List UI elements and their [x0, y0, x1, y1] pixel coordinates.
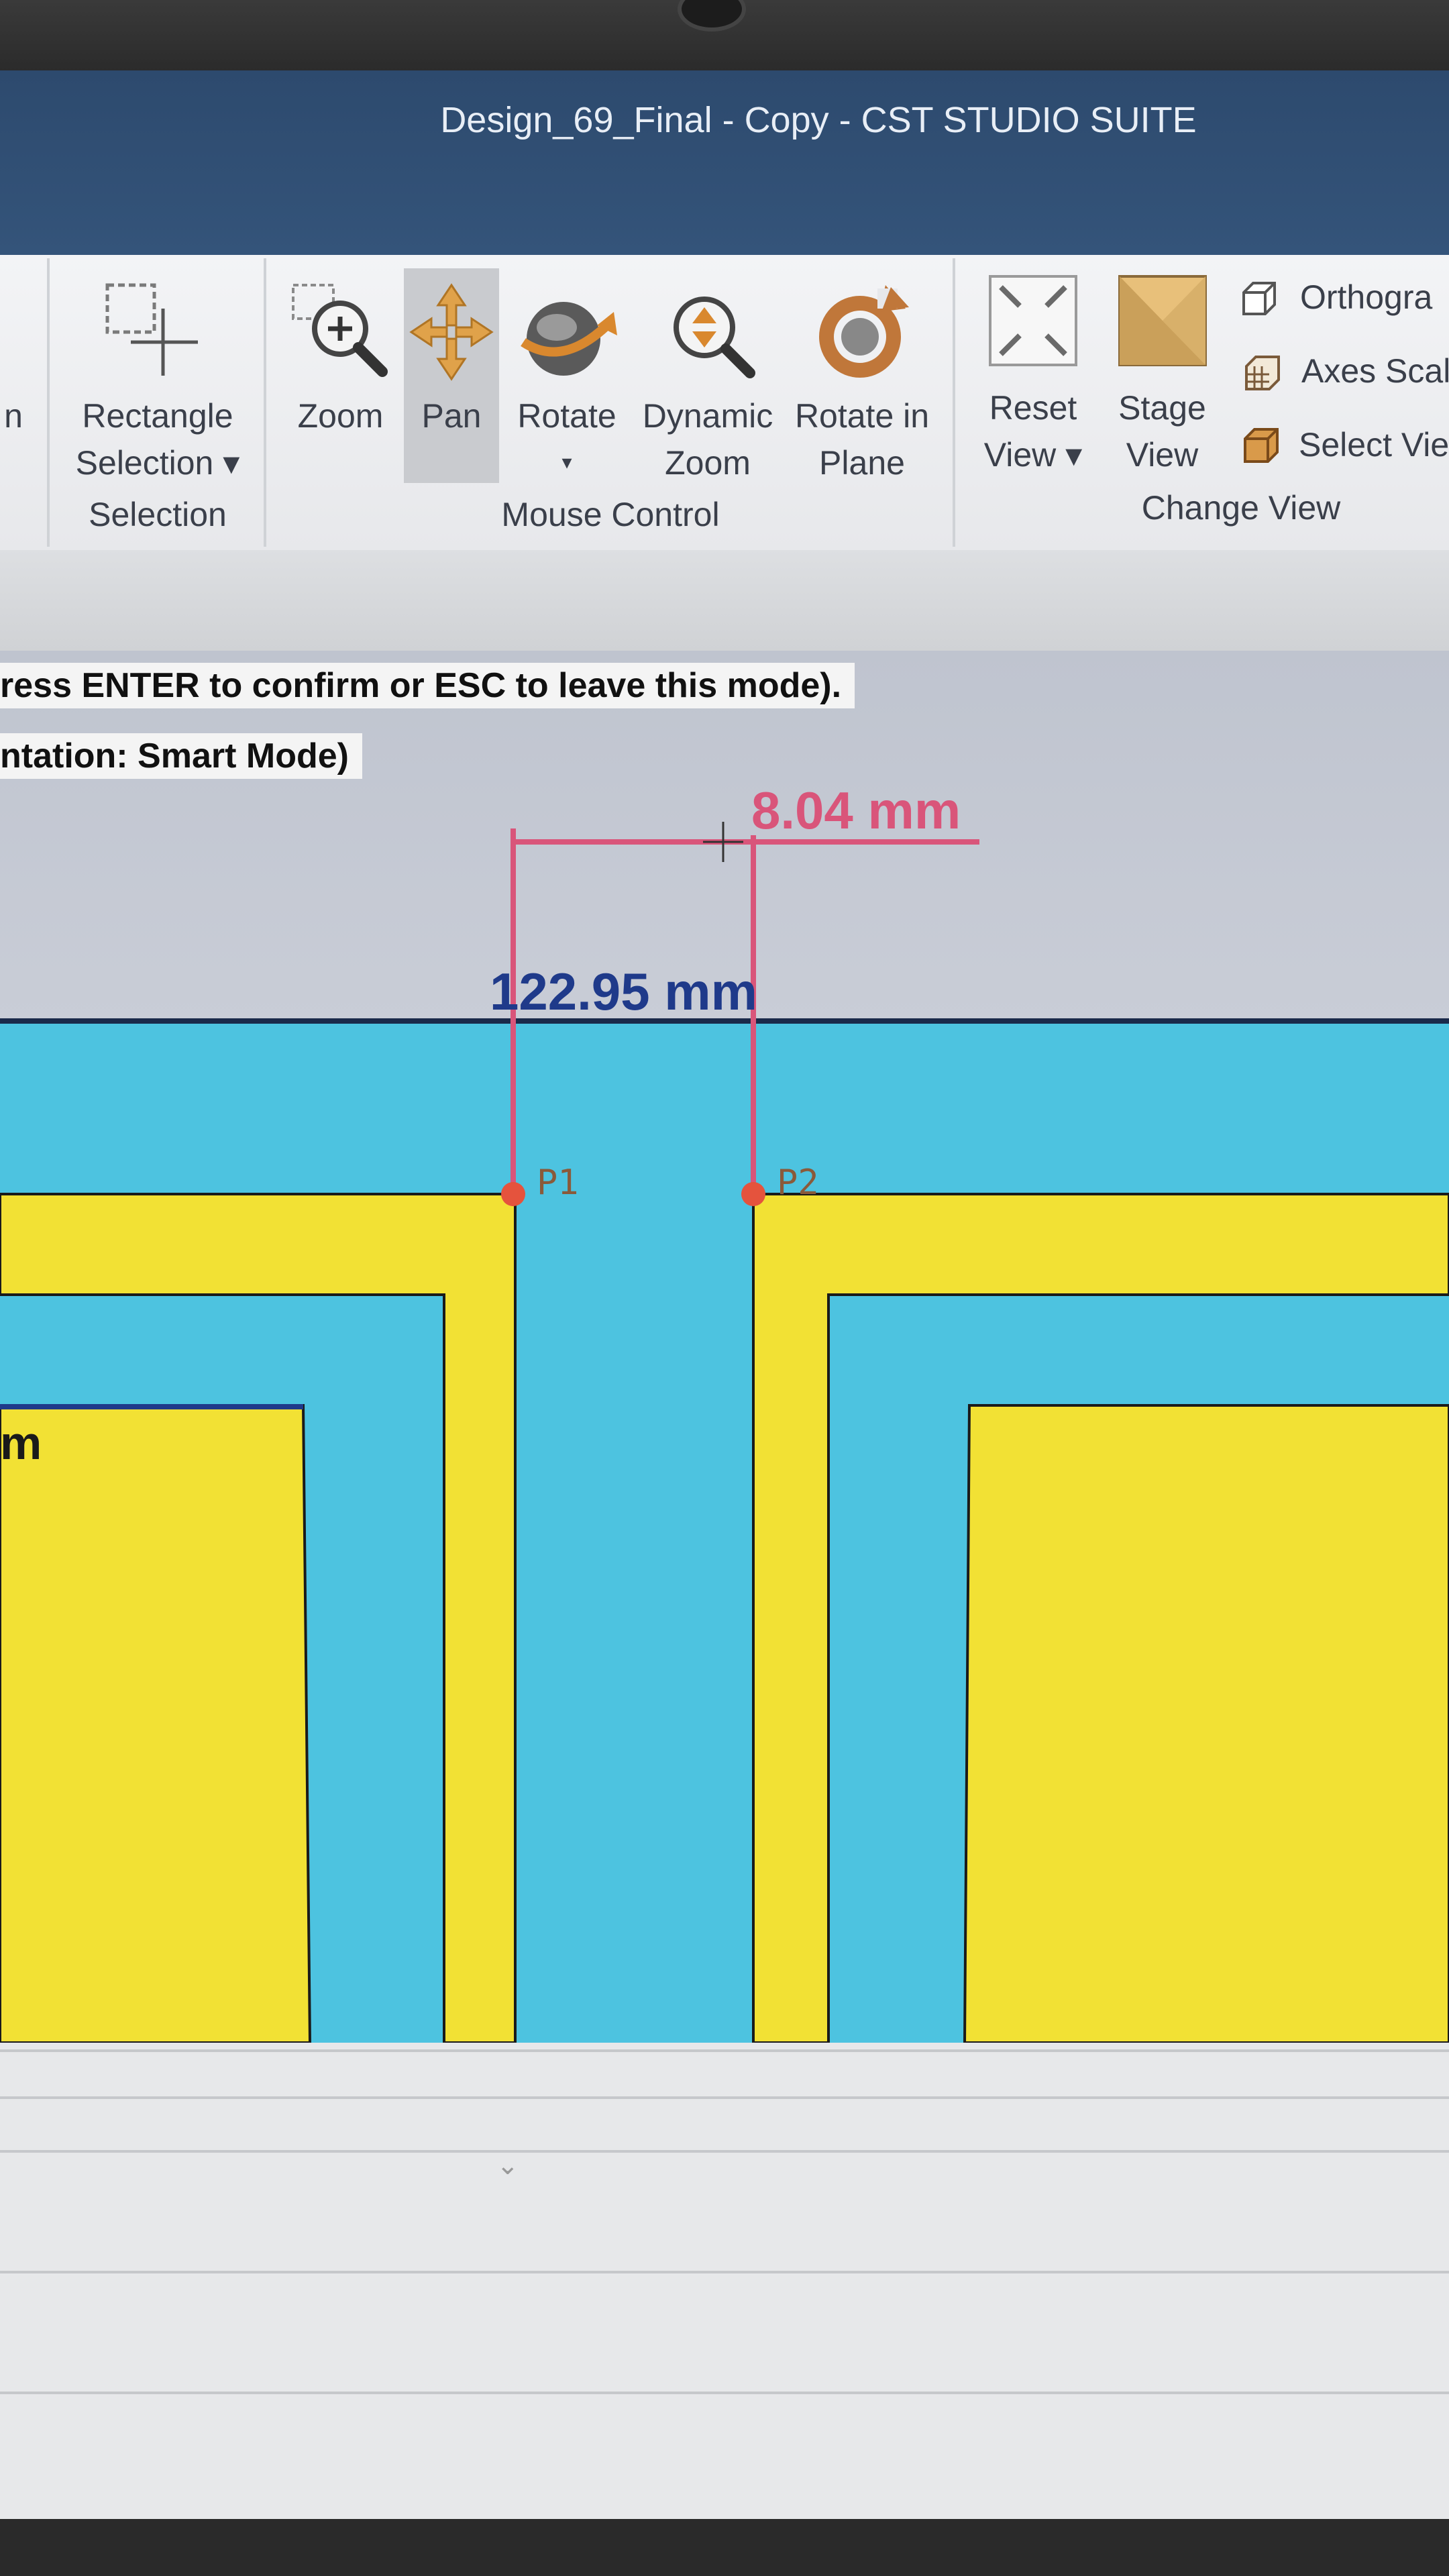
panel-divider: [0, 2271, 1449, 2273]
point-p2-marker[interactable]: [741, 1182, 765, 1206]
right-copper-patch: [963, 1404, 1449, 2043]
panel-divider: [0, 2392, 1449, 2394]
panel-divider: [0, 2096, 1449, 2099]
bottom-panel: [0, 2043, 1449, 2519]
cursor-crosshair: [703, 822, 743, 862]
partial-patch-label: m: [0, 1417, 42, 1469]
model-canvas[interactable]: 8.04 mm 122.95 mm P1 P2 m: [0, 0, 1449, 2043]
left-copper-patch: [0, 1404, 312, 2043]
splitter-chevron-icon[interactable]: ⌄: [496, 2150, 519, 2181]
dimension-distance-label: 8.04 mm: [751, 781, 961, 840]
point-p1-marker[interactable]: [501, 1182, 525, 1206]
panel-divider: [0, 2049, 1449, 2052]
panel-divider: [0, 2150, 1449, 2153]
monitor-bezel-bottom: [0, 2519, 1449, 2576]
point-p1-label: P1: [537, 1163, 579, 1203]
point-p2-label: P2: [777, 1163, 819, 1203]
dimension-total-label: 122.95 mm: [490, 962, 757, 1021]
